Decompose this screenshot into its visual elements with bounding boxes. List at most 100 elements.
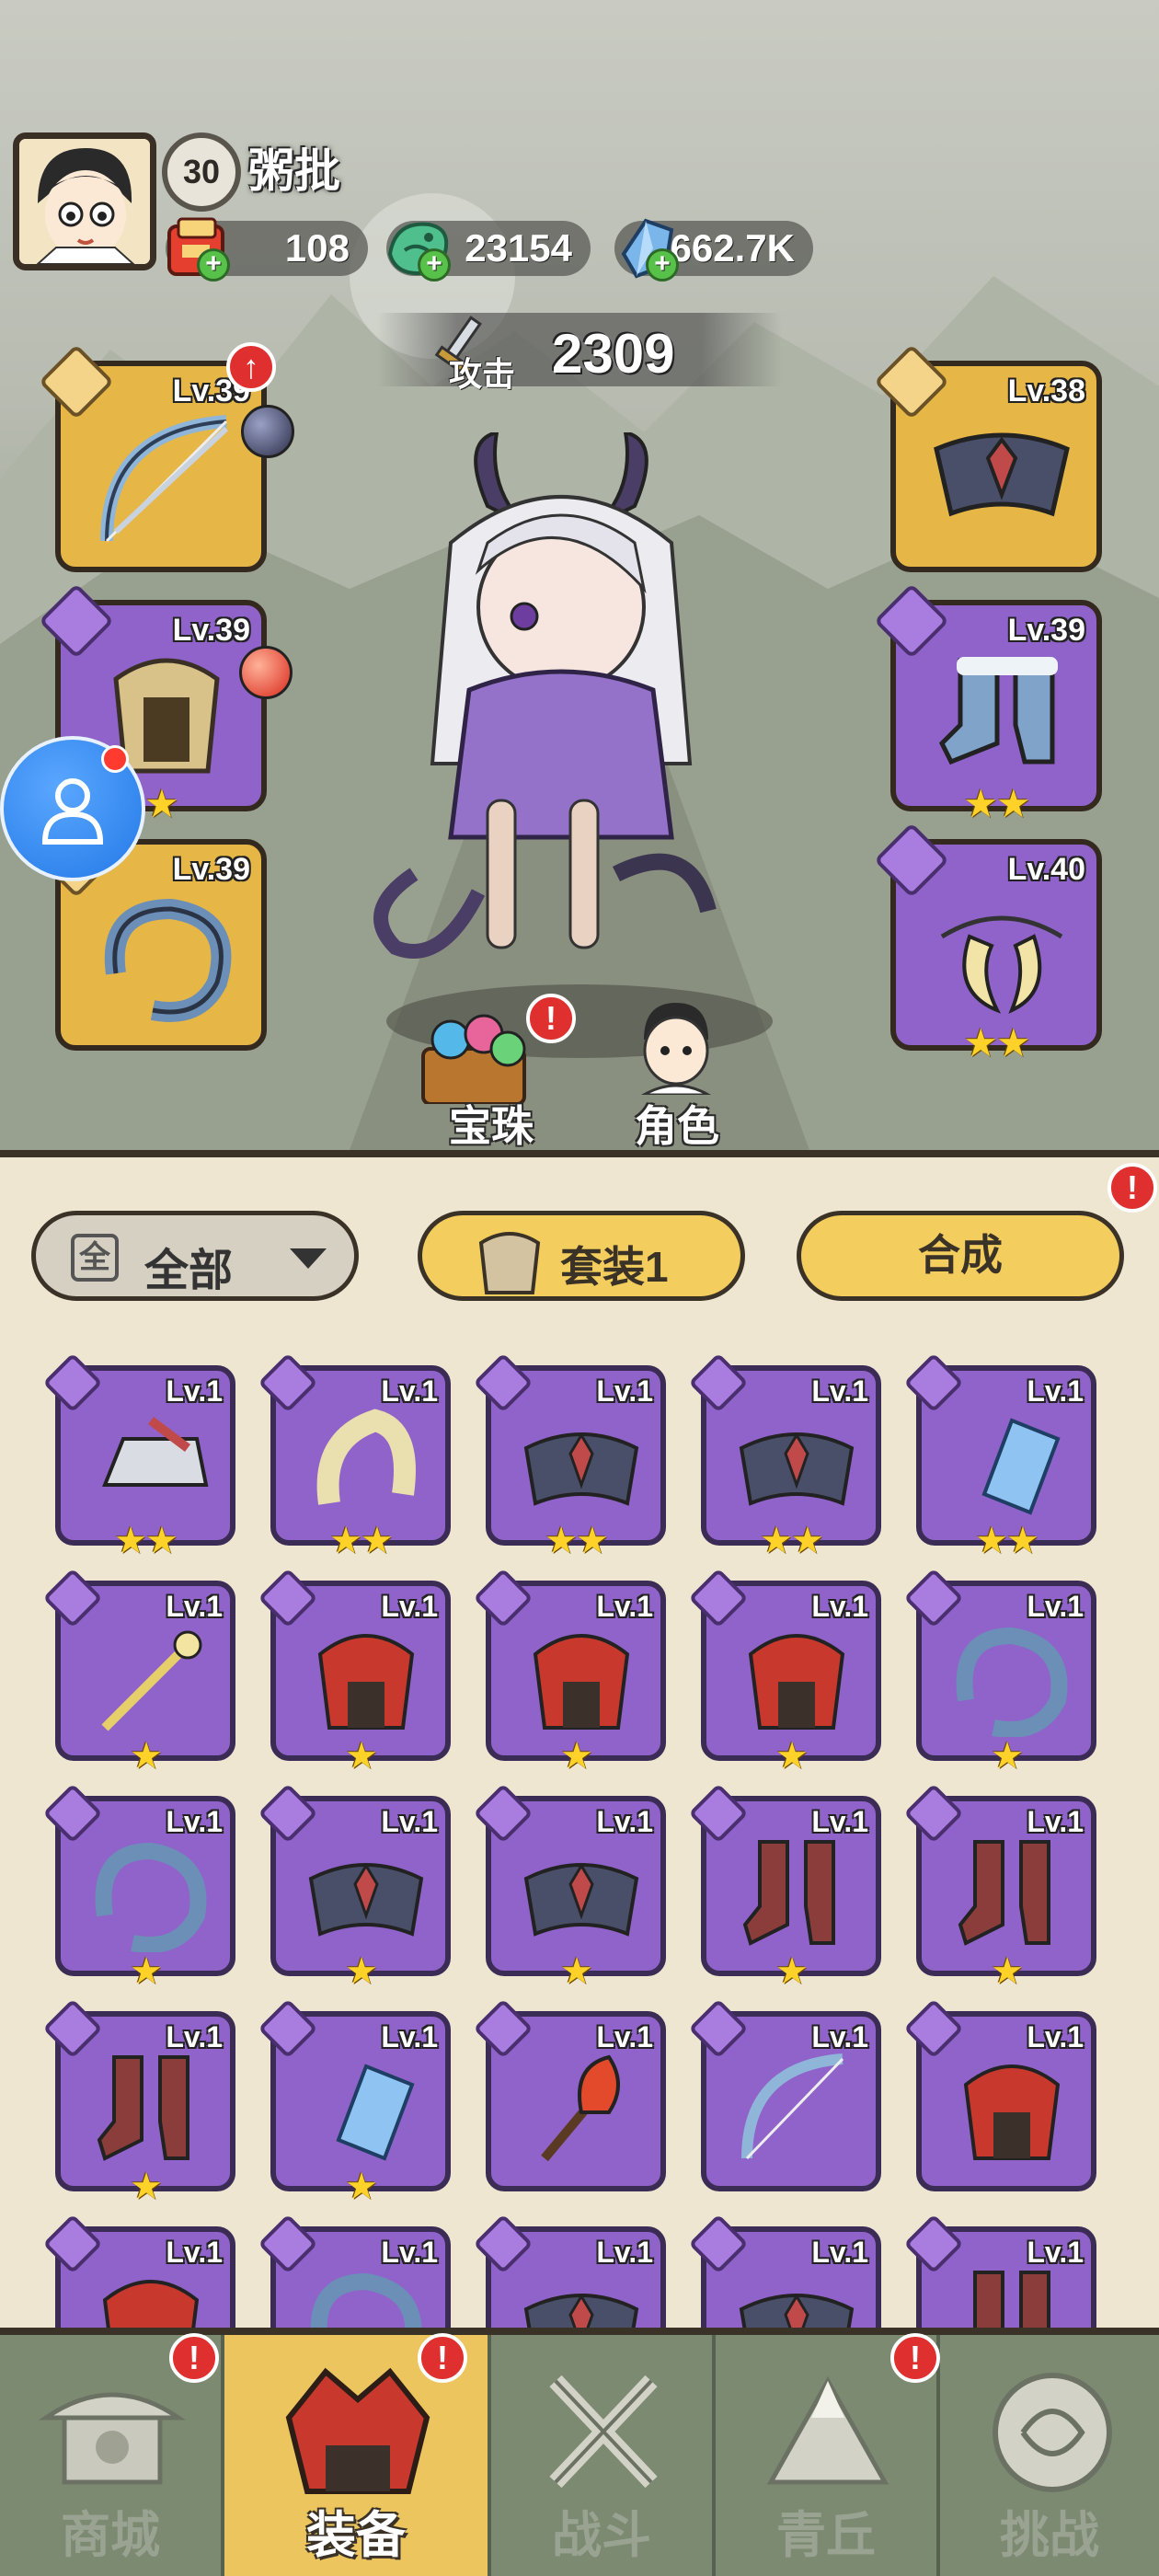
character-figure	[373, 432, 717, 959]
upgrade-arrow-icon: ↑	[226, 342, 276, 392]
currency-crystal[interactable]: + 662.7K	[614, 218, 813, 282]
red-helmet-icon	[285, 2367, 430, 2494]
boots-icon	[97, 2055, 189, 2161]
gem-chest-icon	[421, 1014, 526, 1106]
attack-value: 2309	[552, 323, 675, 385]
inventory-item[interactable]: Lv.1 ★★	[258, 1352, 451, 1561]
equipped-boots-slot[interactable]: Lv.39 ★★	[873, 582, 1102, 825]
tab-challenge-label: 挑战	[1000, 2508, 1099, 2563]
currency-crystal-value: 662.7K	[670, 226, 795, 270]
equipped-belt-slot[interactable]: Lv.38	[873, 343, 1102, 572]
merge-alert-icon: !	[1107, 1163, 1157, 1213]
item-stars: ★★	[545, 1521, 609, 1561]
helmet-icon	[102, 1417, 209, 1487]
inventory-item[interactable]: Lv.1 ★	[903, 1568, 1096, 1777]
inventory-item[interactable]: Lv.1	[473, 1998, 666, 2191]
armor-icon	[748, 1634, 845, 1730]
boots-icon	[938, 657, 1058, 765]
set-armor-icon	[478, 1232, 541, 1294]
inventory-item[interactable]: Lv.1 ★	[42, 1783, 235, 1992]
inventory-item[interactable]: Lv.1 ★★	[473, 1352, 666, 1561]
item-stars: ★	[130, 1951, 163, 1992]
shop-alert-icon: !	[169, 2333, 219, 2383]
inventory-item[interactable]: Lv.1 ★	[903, 1783, 1096, 1992]
inventory-item[interactable]: Lv.1	[903, 1998, 1096, 2191]
belt-icon	[739, 1432, 855, 1506]
mountain-icon	[766, 2375, 889, 2485]
avatar-portrait-icon	[19, 139, 150, 264]
inventory-item[interactable]: Lv.1 ★	[42, 1998, 235, 2207]
currency-jade[interactable]: + 23154	[386, 221, 591, 282]
inventory-item[interactable]: Lv.1 ★★	[903, 1352, 1096, 1561]
bow-icon	[741, 2053, 844, 2160]
filter-all-label: 全部	[144, 1247, 234, 1295]
inventory-item[interactable]: Lv.1 ★	[473, 1568, 666, 1777]
equipped-amulet-slot[interactable]: Lv.40 ★★	[873, 822, 1102, 1064]
red-orb-icon	[239, 646, 293, 699]
item-stars: ★★	[975, 1521, 1039, 1561]
gems-alert-icon: !	[526, 994, 576, 1043]
tab-challenge[interactable]: 挑战	[940, 2335, 1159, 2576]
equipment-set-label: 套装1	[560, 1243, 669, 1291]
add-jade-icon[interactable]: +	[418, 248, 451, 282]
role-label: 角色	[635, 1102, 719, 1150]
character-scene: 30 粥批 + 108 + 23154 + 662.7K 攻击 2309 Lv.…	[0, 0, 1159, 1150]
role-button[interactable]: 角色	[607, 994, 754, 1150]
ring-icon	[956, 1627, 1068, 1737]
bow-icon	[100, 415, 229, 543]
armor-icon	[963, 2064, 1061, 2160]
player-avatar[interactable]	[13, 132, 156, 270]
inventory-item[interactable]: Lv.1	[688, 1998, 881, 2191]
item-stars: ★	[345, 1951, 378, 1992]
staff-icon	[101, 1630, 202, 1731]
equipped-weapon-slot[interactable]: Lv.39	[38, 343, 267, 572]
inventory-item[interactable]: Lv.1 ★	[42, 1568, 235, 1777]
armor-icon	[533, 1634, 630, 1730]
inventory-item[interactable]: Lv.1 ★★	[688, 1352, 881, 1561]
jade-dragon-icon	[387, 222, 449, 275]
item-stars: ★★	[760, 1521, 824, 1561]
tab-battle[interactable]: 战斗	[491, 2335, 716, 2576]
gems-button[interactable]: 宝珠	[405, 1003, 543, 1150]
merge-button[interactable]: 合成	[797, 1211, 1124, 1301]
tab-battle-label: 战斗	[552, 2508, 651, 2563]
inventory-item[interactable]: Lv.1 ★	[258, 1568, 451, 1777]
item-stars: ★★	[329, 1521, 394, 1561]
inventory-item[interactable]: Lv.1 ★	[688, 1568, 881, 1777]
user-icon	[41, 778, 104, 845]
boots-icon	[742, 1840, 835, 1946]
amulet-icon	[336, 2064, 415, 2161]
swirl-orb-icon	[993, 2373, 1112, 2492]
inventory-item[interactable]: Lv.1 ★★	[42, 1352, 235, 1561]
role-portrait-icon	[638, 1003, 714, 1097]
item-stars: ★	[991, 1736, 1024, 1777]
horn-ring-icon	[316, 1409, 416, 1505]
belt-icon	[308, 1863, 424, 1937]
belt-icon	[523, 1432, 639, 1506]
item-stars: ★★	[114, 1521, 178, 1561]
currency-ticket[interactable]: + 108	[166, 217, 368, 282]
inventory-item[interactable]: Lv.1 ★	[258, 1783, 451, 1992]
fang-amulet-icon	[940, 915, 1063, 1014]
currency-ticket-value: 108	[284, 226, 350, 270]
add-crystal-icon[interactable]: +	[646, 248, 679, 282]
item-stars: ★	[560, 1951, 593, 1992]
filter-dropdown[interactable]: 全 全部	[31, 1211, 359, 1301]
notification-dot	[101, 745, 129, 773]
scroll-ticket-icon	[167, 217, 224, 276]
inventory-item[interactable]: Lv.1 ★	[258, 1998, 451, 2207]
floating-user-button[interactable]	[0, 736, 145, 881]
chevron-down-icon	[290, 1248, 327, 1269]
equipment-set-button[interactable]: 套装1	[418, 1211, 745, 1301]
belt-icon	[934, 432, 1070, 517]
equipment-alert-icon: !	[418, 2333, 467, 2383]
inventory-item[interactable]: Lv.1 ★	[473, 1783, 666, 1992]
crystal-icon	[621, 218, 674, 279]
amulet-icon	[981, 1418, 1061, 1515]
item-stars: ★	[775, 1951, 809, 1992]
inventory-item[interactable]: Lv.1 ★	[688, 1783, 881, 1992]
tab-shop-label: 商城	[61, 2508, 160, 2563]
player-level-badge: 30	[162, 132, 241, 212]
add-ticket-icon[interactable]: +	[197, 248, 230, 282]
tab-equipment-label: 装备	[306, 2508, 406, 2563]
